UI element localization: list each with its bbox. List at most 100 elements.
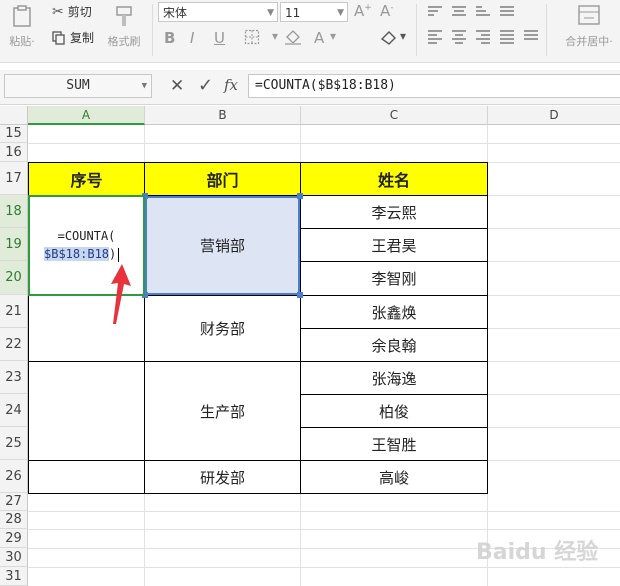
name-cell[interactable]: 张鑫焕 <box>300 295 488 329</box>
name-cell[interactable]: 王君昊 <box>300 228 488 262</box>
row-header-25[interactable]: 25 <box>0 427 28 460</box>
row-header-27[interactable]: 27 <box>0 493 28 511</box>
gridline <box>488 361 620 362</box>
dept-cell-finance[interactable]: 财务部 <box>144 295 301 362</box>
font-name-value: 宋体 <box>163 6 188 20</box>
font-color-icon[interactable]: A <box>314 29 324 47</box>
row-header-20[interactable]: 20 <box>0 261 28 295</box>
gridline <box>300 125 301 162</box>
gridline <box>28 511 620 512</box>
row-header-23[interactable]: 23 <box>0 361 28 394</box>
name-cell[interactable]: 李智刚 <box>300 261 488 296</box>
chevron-down-icon: ▼ <box>141 81 147 91</box>
row-header-22[interactable]: 22 <box>0 328 28 361</box>
name-cell[interactable]: 张海逸 <box>300 361 488 395</box>
header-name[interactable]: 姓名 <box>300 162 488 196</box>
underline-icon[interactable]: U <box>214 29 225 47</box>
row-header-30[interactable]: 30 <box>0 548 28 567</box>
gridline <box>300 493 301 586</box>
enter-icon[interactable]: ✓ <box>198 75 213 96</box>
row-header-15[interactable]: 15 <box>0 125 28 143</box>
border-dropdown-icon[interactable]: ▾ <box>272 29 278 43</box>
row-header-31[interactable]: 31 <box>0 567 28 586</box>
align-middle-icon[interactable] <box>452 6 466 18</box>
gridline <box>144 125 145 162</box>
align-left-icon[interactable] <box>428 30 442 44</box>
gridline <box>488 328 620 329</box>
header-seq[interactable]: 序号 <box>28 162 145 196</box>
font-size-select[interactable]: 11 ▼ <box>280 2 348 22</box>
justify-icon[interactable] <box>500 30 514 44</box>
merge-cells-icon <box>578 5 600 25</box>
align-bottom-icon[interactable] <box>476 6 490 18</box>
name-cell[interactable]: 王智胜 <box>300 427 488 461</box>
font-color-dropdown-icon[interactable]: ▾ <box>330 29 336 43</box>
format-painter-button[interactable]: 格式刷 <box>104 4 144 49</box>
formula-input[interactable]: =COUNTA($B$18:B18) <box>248 74 620 98</box>
cut-label: 剪切 <box>67 5 92 19</box>
row-header-26[interactable]: 26 <box>0 460 28 493</box>
align-right-icon[interactable] <box>476 30 490 44</box>
ribbon-separator <box>416 4 417 56</box>
bold-icon[interactable]: B <box>164 29 175 47</box>
row-header-19[interactable]: 19 <box>0 228 28 261</box>
row-header-21[interactable]: 21 <box>0 295 28 328</box>
row-header-28[interactable]: 28 <box>0 511 28 529</box>
align-center-icon[interactable] <box>452 30 466 44</box>
dept-cell-rnd[interactable]: 研发部 <box>144 460 301 494</box>
editing-formula-line1: =COUNTA( <box>57 229 116 243</box>
row-header-16[interactable]: 16 <box>0 143 28 162</box>
column-header-b[interactable]: B <box>145 106 301 125</box>
column-header-a[interactable]: A <box>28 106 145 125</box>
row-header-17[interactable]: 17 <box>0 162 28 195</box>
chevron-down-icon: ▼ <box>337 8 344 18</box>
align-top-icon[interactable] <box>428 6 442 18</box>
paste-button[interactable]: 粘贴· <box>4 4 40 49</box>
select-all-corner[interactable] <box>0 106 28 125</box>
fill-color-icon[interactable] <box>284 29 302 49</box>
name-cell[interactable]: 柏俊 <box>300 394 488 428</box>
copy-label: 复制 <box>70 31 95 45</box>
gridline <box>488 427 620 428</box>
ribbon-separator <box>546 4 547 56</box>
gridline <box>488 394 620 395</box>
seq-cell-rnd[interactable] <box>28 460 145 494</box>
gridline <box>488 228 620 229</box>
row-header-29[interactable]: 29 <box>0 529 28 548</box>
dept-cell-production[interactable]: 生产部 <box>144 361 301 461</box>
font-name-select[interactable]: 宋体 ▼ <box>158 2 278 22</box>
paste-label: 粘贴· <box>9 35 35 48</box>
column-header-d[interactable]: D <box>488 106 620 125</box>
name-cell[interactable]: 高峻 <box>300 460 488 494</box>
eraser-icon[interactable] <box>380 29 398 49</box>
header-dept[interactable]: 部门 <box>144 162 301 196</box>
orientation-icon[interactable] <box>500 6 514 18</box>
brush-icon <box>116 6 132 26</box>
paste-icon <box>13 5 31 27</box>
border-icon[interactable] <box>244 29 260 49</box>
column-header-c[interactable]: C <box>301 106 488 125</box>
name-cell[interactable]: 余良翰 <box>300 328 488 362</box>
gridline <box>488 195 620 196</box>
row-header-18[interactable]: 18 <box>0 195 28 228</box>
merge-center-button[interactable]: 合并居中· <box>560 4 618 49</box>
cut-button[interactable]: ✂ 剪切 <box>52 3 92 20</box>
gridline <box>144 493 145 586</box>
cancel-icon[interactable]: ✕ <box>170 76 184 96</box>
seq-cell-production[interactable] <box>28 361 145 461</box>
distributed-icon[interactable] <box>524 30 538 42</box>
name-cell[interactable]: 李云熙 <box>300 195 488 229</box>
fx-icon[interactable]: fx <box>224 76 238 94</box>
grow-font-icon[interactable]: A+ <box>354 2 372 20</box>
italic-icon[interactable]: I <box>190 29 194 47</box>
shrink-font-icon[interactable]: A- <box>380 2 394 20</box>
gridline <box>28 529 620 530</box>
copy-button[interactable]: 复制 <box>52 29 94 46</box>
merge-center-label: 合并居中· <box>565 35 613 48</box>
row-header-24[interactable]: 24 <box>0 394 28 427</box>
scissors-icon: ✂ <box>52 3 64 20</box>
eraser-dropdown-icon[interactable]: ▾ <box>400 29 406 43</box>
watermark: Baidu 经验 <box>476 540 599 565</box>
name-box[interactable]: SUM ▼ <box>4 74 152 98</box>
formula-bar: SUM ▼ ✕ ✓ fx =COUNTA($B$18:B18) <box>0 70 620 105</box>
